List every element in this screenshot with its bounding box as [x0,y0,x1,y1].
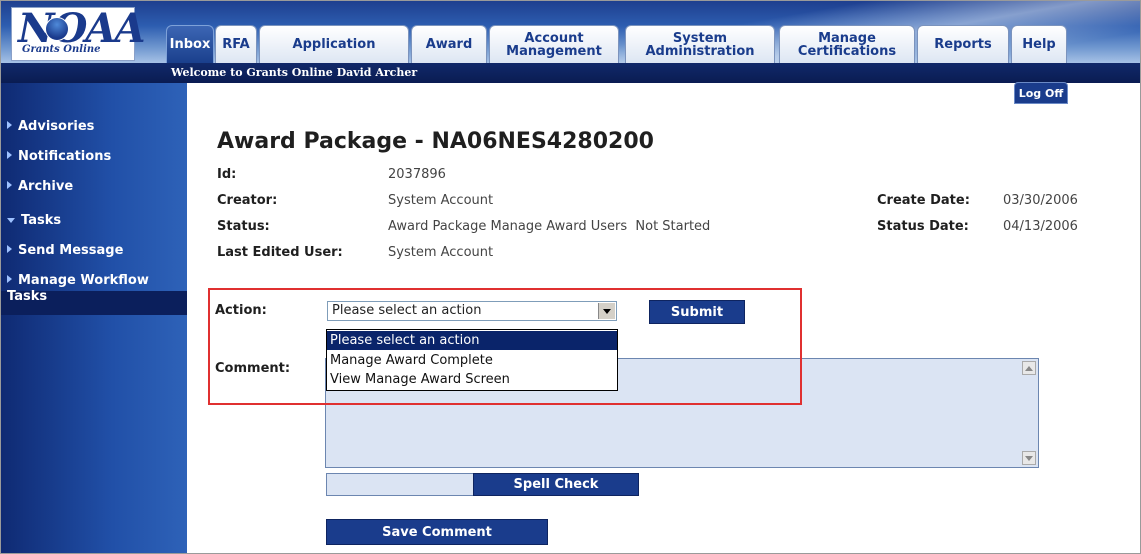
welcome-message: Welcome to Grants Online David Archer [171,66,418,79]
status-date-label: Status Date: [877,219,969,234]
header: NOAA Grants Online Inbox RFA Application… [1,1,1140,83]
tab-help[interactable]: Help [1011,25,1067,63]
id-value: 2037896 [388,167,446,182]
last-edited-value: System Account [388,245,494,260]
sidebar: Advisories Notifications Archive Tasks S… [1,83,187,553]
save-comment-button[interactable]: Save Comment [326,519,548,545]
tab-application[interactable]: Application [259,25,409,63]
tab-label: Manage Certifications [797,30,897,59]
tab-label: Application [292,37,376,52]
sidebar-item-archive[interactable]: Archive [7,179,73,195]
spell-check-button[interactable]: Spell Check [473,473,639,496]
create-date-value: 03/30/2006 [1003,193,1078,208]
noaa-emblem-icon [45,17,69,41]
tab-manage-certifications[interactable]: Manage Certifications [779,25,915,63]
scroll-down-icon[interactable] [1022,451,1036,465]
tab-inbox[interactable]: Inbox [166,25,214,63]
create-date-label: Create Date: [877,193,970,208]
tab-label: System Administration [645,30,755,59]
tab-award[interactable]: Award [411,25,487,63]
arrow-right-icon [7,245,12,253]
tab-reports[interactable]: Reports [917,25,1009,63]
creator-label: Creator: [217,193,278,208]
arrow-right-icon [7,151,12,159]
sidebar-item-label: Tasks [21,213,62,228]
arrow-down-icon [7,218,15,223]
sidebar-item-manage-workflow-tasks[interactable]: Manage Workflow Tasks [7,273,177,305]
tab-account-management[interactable]: Account Management [489,25,619,63]
sidebar-item-advisories[interactable]: Advisories [7,119,94,135]
arrow-right-icon [7,121,12,129]
annotation-highlight-box [208,288,802,405]
noaa-logo[interactable]: NOAA Grants Online [11,7,145,61]
scroll-up-icon[interactable] [1022,361,1036,375]
arrow-right-icon [7,181,12,189]
tab-label: RFA [222,37,250,52]
log-off-button[interactable]: Log Off [1014,82,1068,104]
window: NOAA Grants Online Inbox RFA Application… [0,0,1141,554]
sidebar-item-send-message[interactable]: Send Message [7,243,123,259]
tab-label: Account Management [506,30,602,59]
sidebar-item-tasks[interactable]: Tasks [7,213,61,229]
creator-value: System Account [388,193,494,208]
tab-label: Inbox [169,37,211,52]
status-label: Status: [217,219,270,234]
sidebar-item-label: Advisories [18,119,95,134]
tab-rfa[interactable]: RFA [215,25,257,63]
tab-label: Reports [934,37,992,52]
sidebar-item-notifications[interactable]: Notifications [7,149,111,165]
arrow-right-icon [7,275,12,283]
id-label: Id: [217,167,237,182]
status-value: Award Package Manage Award Users Not Sta… [388,219,711,234]
page-title: Award Package - NA06NES4280200 [217,129,654,154]
tab-label: Award [425,37,473,52]
last-edited-label: Last Edited User: [217,245,343,260]
sidebar-item-label: Archive [18,179,74,194]
sidebar-item-label: Manage Workflow Tasks [7,273,149,304]
status-date-value: 04/13/2006 [1003,219,1078,234]
spell-check-input[interactable] [326,473,484,496]
sidebar-item-label: Notifications [18,149,112,164]
sidebar-item-label: Send Message [18,243,124,258]
tab-system-administration[interactable]: System Administration [625,25,775,63]
tab-label: Help [1022,37,1056,52]
logo-subtitle: Grants Online [22,44,101,55]
